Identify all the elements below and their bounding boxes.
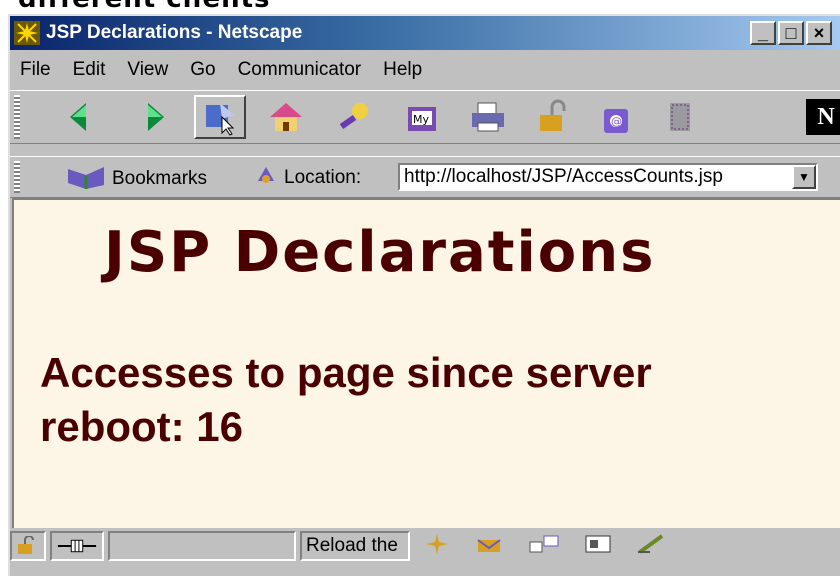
location-label-group: Location: — [254, 163, 361, 193]
address-book-icon[interactable] — [582, 532, 614, 561]
navigation-toolbar: My @ N — [10, 90, 840, 144]
progress-bar — [108, 531, 296, 561]
security-icon[interactable] — [526, 95, 578, 139]
menu-communicator[interactable]: Communicator — [228, 59, 374, 81]
svg-text:My: My — [413, 113, 429, 126]
page-heading: JSP Declarations — [104, 220, 656, 285]
title-bar[interactable]: JSP Declarations - Netscape _ □ × — [10, 16, 840, 50]
maximize-button[interactable]: □ — [778, 21, 804, 45]
back-icon[interactable] — [56, 95, 108, 139]
connection-icon — [50, 531, 104, 561]
mail-icon[interactable] — [474, 532, 506, 561]
forward-icon[interactable] — [126, 95, 178, 139]
menu-help[interactable]: Help — [373, 59, 434, 81]
slide-caption: different clients — [18, 0, 271, 14]
chevron-down-icon: ▼ — [798, 170, 810, 184]
netscape-logo[interactable]: N — [806, 99, 840, 135]
location-toolbar: Bookmarks Location: http://localhost/JSP… — [10, 156, 840, 198]
menu-bar: File Edit View Go Communicator Help — [10, 54, 840, 86]
bookmarks-icon — [66, 163, 106, 195]
shop-icon[interactable]: @ — [590, 95, 642, 139]
reload-icon[interactable] — [194, 95, 246, 139]
page-proxy-icon[interactable] — [254, 163, 278, 193]
close-button[interactable]: × — [806, 21, 832, 45]
minimize-button[interactable]: _ — [750, 21, 776, 45]
status-message: Reload the — [300, 531, 410, 561]
toolbar-grip[interactable] — [14, 95, 20, 139]
url-dropdown-button[interactable]: ▼ — [792, 165, 816, 189]
home-icon[interactable] — [260, 95, 312, 139]
access-count-text: Accesses to page since server reboot: 16 — [40, 349, 652, 450]
window-title: JSP Declarations - Netscape — [46, 22, 303, 43]
svg-text:@: @ — [611, 115, 622, 128]
status-text: Reload the — [306, 535, 398, 556]
newsgroups-icon[interactable] — [528, 532, 560, 561]
component-bar — [422, 532, 668, 561]
menu-edit[interactable]: Edit — [63, 59, 118, 81]
security-lock-icon[interactable] — [10, 531, 46, 561]
location-input[interactable]: http://localhost/JSP/AccessCounts.jsp ▼ — [398, 163, 818, 191]
bookmarks-button[interactable]: Bookmarks — [66, 163, 207, 195]
browser-window: JSP Declarations - Netscape _ □ × File E… — [8, 14, 840, 576]
my-netscape-icon[interactable]: My — [396, 95, 448, 139]
navigator-icon[interactable] — [422, 532, 452, 561]
url-text[interactable]: http://localhost/JSP/AccessCounts.jsp — [400, 166, 792, 188]
status-bar: Reload the — [10, 526, 840, 566]
menu-view[interactable]: View — [117, 59, 180, 81]
page-content: JSP Declarations Accesses to page since … — [12, 198, 840, 528]
composer-icon[interactable] — [636, 532, 668, 561]
search-icon[interactable] — [328, 95, 380, 139]
print-icon[interactable] — [462, 95, 514, 139]
netscape-app-icon — [14, 21, 40, 50]
menu-file[interactable]: File — [10, 59, 63, 81]
location-label: Location: — [284, 167, 362, 188]
menu-go[interactable]: Go — [180, 59, 227, 81]
bookmarks-label: Bookmarks — [112, 168, 208, 189]
stop-icon[interactable] — [654, 95, 706, 139]
toolbar-grip[interactable] — [14, 161, 20, 193]
